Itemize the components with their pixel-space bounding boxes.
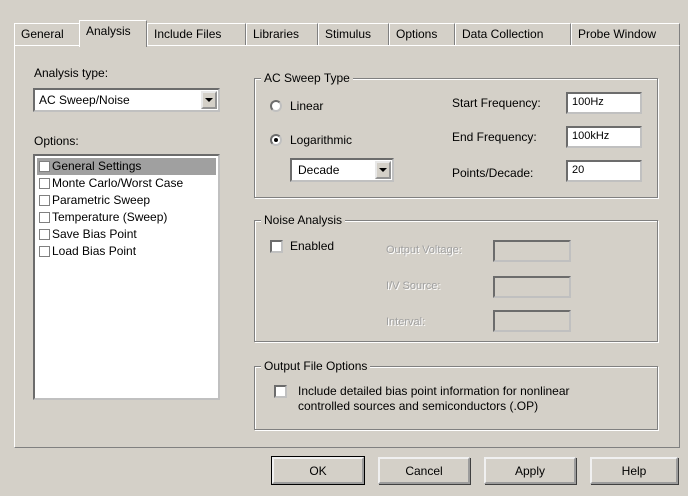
points-decade-label: Points/Decade: (452, 166, 534, 180)
tab-probe-window[interactable]: Probe Window (571, 23, 680, 46)
interval-input[interactable] (493, 310, 571, 332)
detailed-bias-checkbox[interactable] (274, 385, 287, 398)
tab-libraries[interactable]: Libraries (246, 23, 318, 46)
list-item[interactable]: General Settings (37, 158, 216, 175)
help-button[interactable]: Help (590, 457, 678, 484)
list-item[interactable]: Load Bias Point (37, 243, 216, 260)
ok-button[interactable]: OK (271, 456, 365, 485)
apply-button[interactable]: Apply (484, 457, 576, 484)
end-frequency-label: End Frequency: (452, 130, 537, 144)
radio-dot-icon (274, 138, 278, 142)
output-file-title: Output File Options (261, 359, 371, 373)
logarithmic-radio[interactable] (270, 134, 282, 146)
tab-stimulus[interactable]: Stimulus (318, 23, 389, 46)
start-frequency-label: Start Frequency: (452, 96, 541, 110)
ac-sweep-title: AC Sweep Type (261, 71, 353, 85)
analysis-type-select[interactable]: AC Sweep/Noise (33, 88, 220, 112)
linear-radio[interactable] (270, 100, 282, 112)
checkbox-icon[interactable] (39, 195, 50, 206)
logarithmic-label: Logarithmic (290, 133, 353, 147)
tab-data-collection[interactable]: Data Collection (455, 23, 571, 46)
tab-include-files[interactable]: Include Files (147, 23, 246, 46)
chevron-down-icon[interactable] (375, 161, 391, 179)
checkbox-icon[interactable] (39, 212, 50, 223)
output-voltage-label: Output Voltage: (386, 244, 462, 256)
tab-analysis[interactable]: Analysis (79, 20, 147, 47)
iv-source-label: I/V Source: (386, 280, 441, 292)
tab-options[interactable]: Options (389, 23, 455, 46)
interval-label: Interval: (386, 316, 426, 328)
analysis-type-value: AC Sweep/Noise (39, 93, 130, 107)
tab-general[interactable]: General (14, 23, 80, 46)
log-scale-select[interactable]: Decade (290, 158, 394, 182)
detailed-bias-label-line1: Include detailed bias point information … (298, 384, 570, 398)
checkbox-icon[interactable] (39, 178, 50, 189)
noise-enabled-checkbox[interactable] (270, 240, 283, 253)
checkbox-icon[interactable] (39, 246, 50, 257)
cancel-button[interactable]: Cancel (378, 457, 470, 484)
output-file-group: Output File Options (254, 359, 658, 430)
checkbox-icon[interactable] (39, 161, 50, 172)
log-scale-value: Decade (298, 163, 340, 177)
options-label: Options: (34, 134, 79, 148)
list-item[interactable]: Temperature (Sweep) (37, 209, 216, 226)
linear-label: Linear (290, 99, 324, 113)
detailed-bias-label-line2: controlled sources and semiconductors (.… (298, 399, 539, 413)
tab-strip: General Analysis Include Files Libraries… (14, 20, 680, 47)
list-item[interactable]: Monte Carlo/Worst Case (37, 175, 216, 192)
end-frequency-input[interactable]: 100kHz (566, 126, 642, 148)
list-item[interactable]: Save Bias Point (37, 226, 216, 243)
checkbox-icon[interactable] (39, 229, 50, 240)
noise-enabled-label: Enabled (290, 239, 335, 253)
chevron-down-icon[interactable] (201, 91, 217, 109)
noise-analysis-title: Noise Analysis (261, 213, 346, 227)
points-decade-input[interactable]: 20 (566, 160, 642, 182)
start-frequency-input[interactable]: 100Hz (566, 92, 642, 114)
iv-source-input[interactable] (493, 276, 571, 298)
options-list[interactable]: General Settings Monte Carlo/Worst Case … (33, 154, 220, 400)
output-voltage-input[interactable] (493, 240, 571, 262)
list-item[interactable]: Parametric Sweep (37, 192, 216, 209)
analysis-type-label: Analysis type: (34, 66, 109, 80)
